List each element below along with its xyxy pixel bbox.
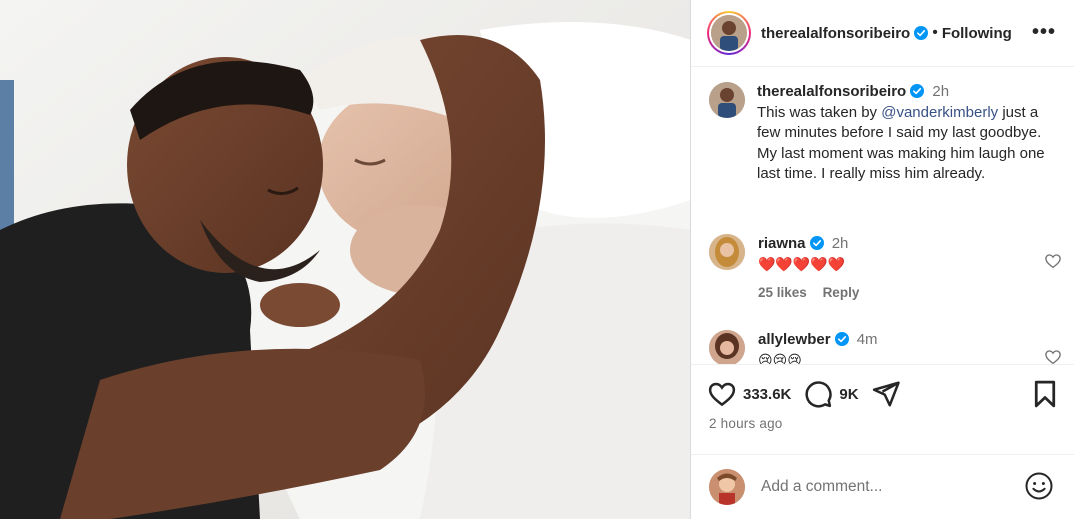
verified-icon [914,26,929,40]
caption-avatar[interactable] [709,82,745,118]
more-options-icon[interactable]: ••• [1032,22,1056,42]
share-icon[interactable] [871,379,901,409]
caption-username[interactable]: therealalfonsoribeiro [757,83,906,100]
comment-time: 4m [856,331,878,348]
commenter-avatar[interactable] [709,234,745,270]
post-timestamp[interactable]: 2 hours ago [709,416,783,431]
header-separator: • [932,24,938,41]
commenter-username[interactable]: riawna [758,235,806,252]
bookmark-icon[interactable] [1030,379,1060,409]
comment-input[interactable] [761,478,1001,496]
likes-count[interactable]: 333.6K [743,386,791,403]
comment-time: 2h [831,235,849,252]
comment-text: 😢😢😢 [758,352,802,364]
comments-section[interactable]: therealalfonsoribeiro 2h This was taken … [691,68,1074,364]
photo-illustration [0,0,690,519]
comment-item: riawna 2h ❤️❤️❤️❤️❤️ 25 likes Reply [709,234,1062,303]
commenter-username[interactable]: allylewber [758,331,831,348]
heart-icon[interactable] [707,379,737,409]
comments-count[interactable]: 9K [839,386,858,403]
instagram-post: therealalfonsoribeiro • Following ••• th… [0,0,1074,519]
verified-icon [910,84,925,98]
post-header: therealalfonsoribeiro • Following ••• [691,0,1074,67]
caption-body-start: This was taken by [757,103,882,121]
author-avatar [711,15,747,51]
verified-icon [809,236,824,250]
comment-item: allylewber 4m 😢😢😢 [709,330,1062,364]
current-user-avatar [709,469,745,505]
reply-button[interactable]: Reply [823,285,860,300]
author-username[interactable]: therealalfonsoribeiro [761,25,910,42]
commenter-avatar[interactable] [709,330,745,364]
caption-time: 2h [932,83,950,100]
caption-mention-link[interactable]: @vanderkimberly [881,104,998,121]
caption-text: therealalfonsoribeiro 2h This was taken … [757,82,1059,185]
post-side-panel: therealalfonsoribeiro • Following ••• th… [691,0,1074,519]
like-comment-icon[interactable] [1044,348,1062,364]
emoji-icon[interactable] [1024,471,1054,501]
following-button[interactable]: Following [942,25,1012,42]
like-comment-icon[interactable] [1044,252,1062,270]
comment-likes[interactable]: 25 likes [758,285,807,300]
verified-icon [834,332,849,346]
comment-icon[interactable] [803,379,833,409]
author-story-ring[interactable] [707,11,751,55]
post-caption: therealalfonsoribeiro 2h This was taken … [709,82,1059,185]
add-comment-bar [691,454,1074,519]
post-photo[interactable] [0,0,691,519]
comment-text: ❤️❤️❤️❤️❤️ [758,256,846,272]
post-actions: 333.6K 9K 2 hours ago [691,364,1074,454]
